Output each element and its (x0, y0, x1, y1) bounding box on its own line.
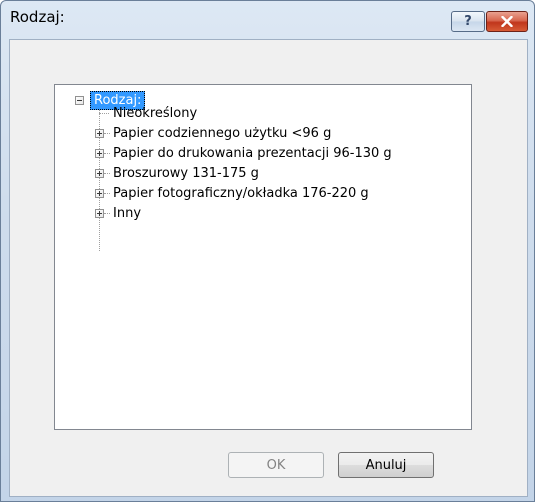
tree-connector (104, 133, 110, 134)
close-button[interactable] (486, 11, 528, 32)
tree-node-label[interactable]: Inny (113, 205, 141, 223)
tree-node-label[interactable]: Broszurowy 131-175 g (113, 165, 259, 183)
expand-icon[interactable] (95, 169, 104, 178)
expand-icon[interactable] (95, 149, 104, 158)
tree-node-label[interactable]: Papier fotograficzny/okładka 176-220 g (113, 185, 369, 203)
help-button[interactable]: ? (451, 11, 485, 32)
tree-node-label[interactable]: Papier codziennego użytku <96 g (113, 125, 331, 143)
expand-icon[interactable] (95, 209, 104, 218)
window-title: Rodzaj: (10, 8, 65, 26)
tree-node-label[interactable]: Papier do drukowania prezentacji 96-130 … (113, 145, 392, 163)
collapse-icon[interactable] (75, 96, 84, 105)
tree-connector (99, 113, 109, 114)
dialog-window: Rodzaj: ? Rodzaj: Nieokreślony Papier co… (0, 0, 535, 502)
help-icon: ? (464, 14, 472, 29)
expand-icon[interactable] (95, 129, 104, 138)
tree-connector (104, 193, 110, 194)
tree-connector (104, 173, 110, 174)
cancel-button[interactable]: Anuluj (338, 452, 434, 478)
dialog-client-area: Rodzaj: Nieokreślony Papier codziennego … (9, 39, 528, 497)
paper-type-tree[interactable]: Rodzaj: Nieokreślony Papier codziennego … (54, 84, 472, 430)
ok-button[interactable]: OK (228, 452, 324, 478)
close-icon (501, 16, 513, 27)
tree-node-label[interactable]: Nieokreślony (113, 105, 197, 123)
tree-connector (104, 153, 110, 154)
tree-connector (104, 213, 110, 214)
expand-icon[interactable] (95, 189, 104, 198)
title-bar: Rodzaj: ? (1, 1, 534, 32)
